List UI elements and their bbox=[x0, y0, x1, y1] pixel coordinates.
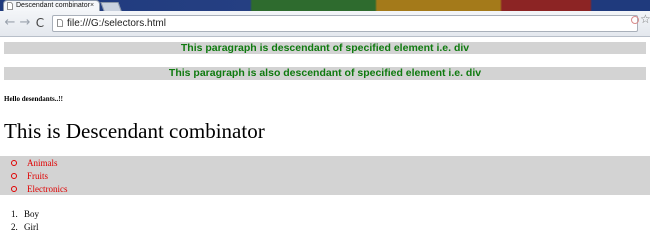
list-item-label: Girl bbox=[24, 222, 39, 232]
list-item-label: Electronics bbox=[27, 184, 68, 194]
page-icon bbox=[7, 2, 13, 10]
new-tab-button[interactable] bbox=[100, 2, 122, 11]
descendant-paragraph-2: This paragraph is also descendant of spe… bbox=[4, 67, 646, 80]
hello-text: Hello desendants..!! bbox=[4, 95, 63, 103]
list-number: 1. bbox=[11, 209, 18, 219]
tab-title: Descendant combinator bbox=[16, 2, 90, 9]
browser-window: Descendant combinator × ← → C file:///G:… bbox=[0, 0, 650, 242]
close-icon[interactable]: × bbox=[90, 1, 94, 11]
circle-bullet-icon bbox=[11, 160, 17, 166]
page-heading: This is Descendant combinator bbox=[4, 119, 265, 143]
list-item-label: Fruits bbox=[27, 171, 49, 181]
list-item-label: Boy bbox=[24, 209, 40, 219]
list-item-label: Animals bbox=[27, 158, 58, 168]
circle-bullet-icon bbox=[11, 186, 17, 192]
unordered-list: Animals Fruits Electronics bbox=[0, 156, 650, 195]
circle-bullet-icon bbox=[11, 173, 17, 179]
tab-strip: Descendant combinator × bbox=[0, 0, 650, 11]
extension-icon[interactable] bbox=[631, 16, 639, 24]
descendant-paragraph-1: This paragraph is descendant of specifie… bbox=[4, 42, 646, 54]
forward-arrow-icon[interactable]: → bbox=[18, 15, 32, 31]
page-icon bbox=[57, 19, 63, 27]
back-arrow-icon[interactable]: ← bbox=[3, 15, 17, 31]
url-text: file:///G:/selectors.html bbox=[67, 18, 166, 29]
browser-toolbar: ← → C file:///G:/selectors.html bbox=[0, 11, 650, 37]
list-number: 2. bbox=[11, 222, 18, 232]
address-bar[interactable]: file:///G:/selectors.html bbox=[52, 15, 638, 32]
page-content: This paragraph is descendant of specifie… bbox=[0, 37, 650, 242]
bookmark-star-icon[interactable]: ☆ bbox=[640, 12, 650, 26]
tab-descendant-combinator[interactable]: Descendant combinator × bbox=[3, 0, 100, 11]
reload-icon[interactable]: C bbox=[33, 15, 47, 31]
